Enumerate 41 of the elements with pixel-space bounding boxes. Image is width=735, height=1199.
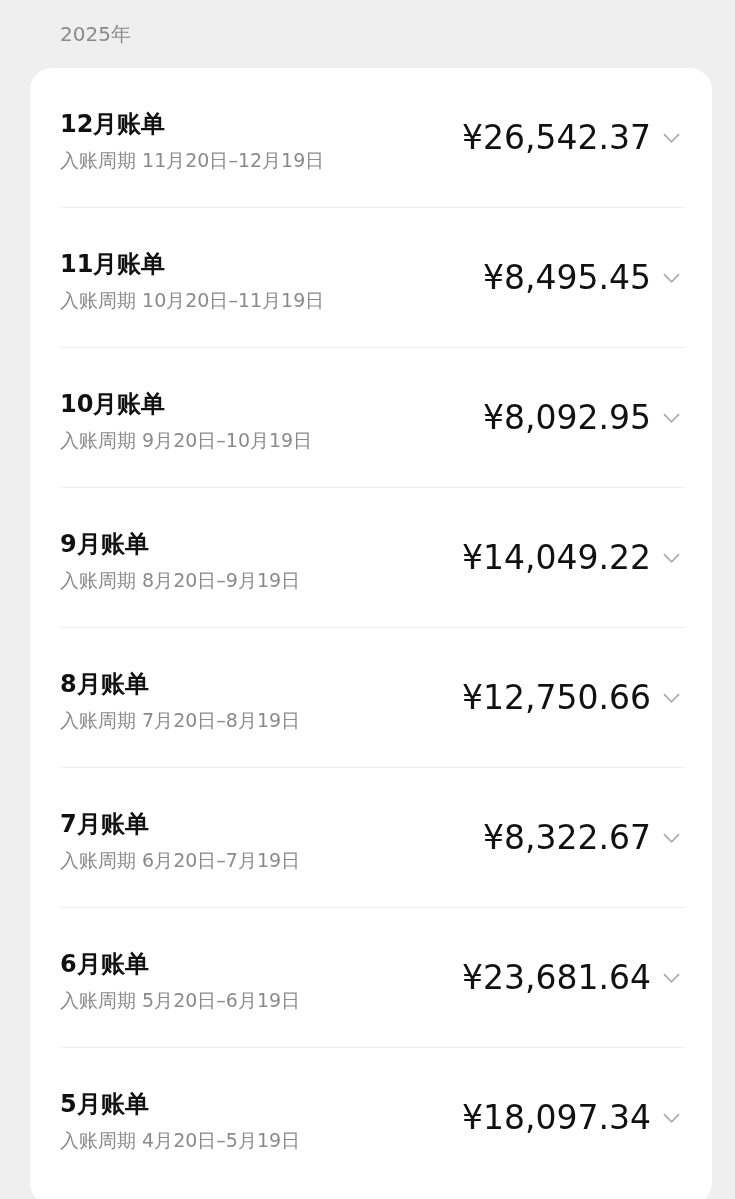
bill-amount: ¥8,322.67 xyxy=(483,818,651,857)
bill-title: 12月账单 xyxy=(60,108,167,140)
chevron-icon[interactable] xyxy=(663,832,680,843)
billing-period: 入账周期 11月20日–12月19日 xyxy=(60,147,326,173)
bill-amount: ¥23,681.64 xyxy=(462,958,651,997)
bill-amount: ¥26,542.37 xyxy=(462,118,651,157)
billing-period: 入账周期 9月20日–10月19日 xyxy=(60,427,314,453)
bill-amount: ¥8,495.45 xyxy=(483,258,651,297)
bill-amount: ¥18,097.34 xyxy=(462,1098,651,1137)
bill-row[interactable]: 6月账单 入账周期 5月20日–6月19日 ¥23,681.64 xyxy=(60,908,685,1048)
bill-title: 8月账单 xyxy=(60,668,150,700)
bill-title: 9月账单 xyxy=(60,528,150,560)
bill-amount: ¥12,750.66 xyxy=(462,678,651,717)
bill-amount: ¥8,092.95 xyxy=(483,398,651,437)
bill-title: 5月账单 xyxy=(60,1088,150,1120)
billing-period: 入账周期 10月20日–11月19日 xyxy=(60,287,326,313)
chevron-icon[interactable] xyxy=(663,412,680,423)
bill-title: 10月账单 xyxy=(60,388,167,420)
bill-row[interactable]: 9月账单 入账周期 8月20日–9月19日 ¥14,049.22 xyxy=(60,488,685,628)
bill-row[interactable]: 8月账单 入账周期 7月20日–8月19日 ¥12,750.66 xyxy=(60,628,685,768)
bill-row[interactable]: 12月账单 入账周期 11月20日–12月19日 ¥26,542.37 xyxy=(60,68,685,208)
chevron-icon[interactable] xyxy=(663,272,680,283)
billing-period: 入账周期 7月20日–8月19日 xyxy=(60,707,302,733)
chevron-icon[interactable] xyxy=(663,692,680,703)
chevron-icon[interactable] xyxy=(663,1112,680,1123)
chevron-icon[interactable] xyxy=(663,552,680,563)
billing-period: 入账周期 5月20日–6月19日 xyxy=(60,987,302,1013)
bill-title: 7月账单 xyxy=(60,808,150,840)
bill-row[interactable]: 5月账单 入账周期 4月20日–5月19日 ¥18,097.34 xyxy=(60,1048,685,1187)
billing-period: 入账周期 8月20日–9月19日 xyxy=(60,567,302,593)
bill-title: 6月账单 xyxy=(60,948,150,980)
bill-title: 11月账单 xyxy=(60,248,167,280)
bill-row[interactable]: 11月账单 入账周期 10月20日–11月19日 ¥8,495.45 xyxy=(60,208,685,348)
bill-amount: ¥14,049.22 xyxy=(462,538,651,577)
bill-row[interactable]: 7月账单 入账周期 6月20日–7月19日 ¥8,322.67 xyxy=(60,768,685,908)
billing-period: 入账周期 4月20日–5月19日 xyxy=(60,1127,302,1153)
year-label: 2025年 xyxy=(60,21,132,48)
chevron-icon[interactable] xyxy=(663,132,680,143)
billing-period: 入账周期 6月20日–7月19日 xyxy=(60,847,302,873)
bill-row[interactable]: 10月账单 入账周期 9月20日–10月19日 ¥8,092.95 xyxy=(60,348,685,488)
chevron-icon[interactable] xyxy=(663,972,680,983)
